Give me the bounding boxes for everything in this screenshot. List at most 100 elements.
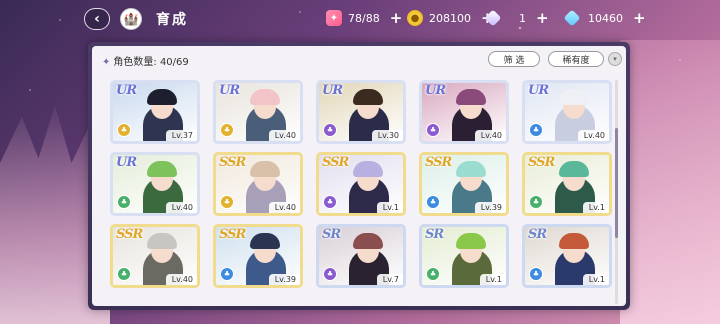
level-label: Lv.30 (371, 130, 403, 141)
diamond-icon (563, 9, 581, 27)
rarity-badge: UR (528, 83, 549, 98)
top-bar: ‹ 🏰 育成 ✦ 78/88 + ● 208100 + 1 + 10460 + (0, 0, 720, 38)
scrollbar-thumb[interactable] (615, 128, 618, 238)
sort-order-button[interactable]: ▾ (608, 52, 622, 66)
attribute-icon: ♣ (117, 123, 131, 137)
attribute-icon: ♣ (117, 267, 131, 281)
add-candy-button[interactable]: + (390, 9, 403, 27)
level-label: Lv.39 (268, 274, 300, 285)
resource-value: 10460 (588, 11, 623, 25)
filter-button[interactable]: 筛 选 (488, 51, 540, 67)
character-card[interactable]: SSR ♣ Lv.1 (522, 152, 612, 216)
add-diamond-button[interactable]: + (633, 9, 646, 27)
gem-icon (484, 9, 502, 27)
attribute-icon: ♣ (529, 195, 543, 209)
castle-icon: 🏰 (123, 12, 139, 26)
character-panel: ✦ 角色数量: 40/69 筛 选 稀有度 ▾ UR ♣ Lv.37 UR ♣ Lv.40 U… (88, 42, 630, 310)
level-label: Lv.40 (474, 130, 506, 141)
back-arrow-icon: ‹ (94, 11, 100, 27)
attribute-icon: ♣ (426, 123, 440, 137)
background-decoration (620, 40, 720, 324)
rarity-badge: SR (322, 227, 341, 242)
character-card[interactable]: UR ♣ Lv.40 (522, 80, 612, 144)
character-hair (353, 161, 383, 177)
rarity-badge: UR (322, 83, 343, 98)
attribute-icon: ♣ (529, 123, 543, 137)
character-card[interactable]: SR ♣ Lv.1 (419, 224, 509, 288)
character-card[interactable]: SR ♣ Lv.1 (522, 224, 612, 288)
level-label: Lv.40 (165, 274, 197, 285)
character-count-text: 角色数量: 40/69 (113, 57, 189, 68)
candy-icon: ✦ (326, 10, 342, 26)
attribute-icon: ♣ (220, 195, 234, 209)
character-card[interactable]: SSR ♣ Lv.39 (419, 152, 509, 216)
rarity-badge: SSR (219, 227, 246, 242)
character-card[interactable]: SSR ♣ Lv.40 (213, 152, 303, 216)
character-card[interactable]: UR ♣ Lv.37 (110, 80, 200, 144)
character-panel-inner: ✦ 角色数量: 40/69 筛 选 稀有度 ▾ UR ♣ Lv.37 UR ♣ Lv.40 U… (92, 46, 626, 306)
character-hair (353, 89, 383, 105)
character-card[interactable]: UR ♣ Lv.40 (213, 80, 303, 144)
character-card[interactable]: SR ♣ Lv.7 (316, 224, 406, 288)
resource-value: 208100 (429, 11, 471, 25)
character-card[interactable]: UR ♣ Lv.40 (419, 80, 509, 144)
character-hair (456, 89, 486, 105)
character-card[interactable]: SSR ♣ Lv.39 (213, 224, 303, 288)
resource-value: 1 (519, 11, 526, 25)
character-hair (147, 161, 177, 177)
attribute-icon: ♣ (220, 123, 234, 137)
character-card[interactable]: SSR ♣ Lv.40 (110, 224, 200, 288)
level-label: Lv.7 (376, 274, 403, 285)
attribute-icon: ♣ (117, 195, 131, 209)
level-label: Lv.40 (268, 130, 300, 141)
resource-coin: ● 208100 + (407, 9, 494, 27)
attribute-icon: ♣ (323, 123, 337, 137)
rarity-badge: SSR (116, 227, 143, 242)
character-card[interactable]: SSR ♣ Lv.1 (316, 152, 406, 216)
resource-diamond: 10460 + (563, 9, 646, 27)
rarity-badge: UR (116, 155, 137, 170)
rarity-badge: SSR (425, 155, 452, 170)
back-button[interactable]: ‹ (84, 8, 110, 30)
rarity-badge: UR (425, 83, 446, 98)
character-hair (250, 233, 280, 249)
coin-icon: ● (407, 10, 423, 26)
character-hair (456, 233, 486, 249)
attribute-icon: ♣ (323, 195, 337, 209)
attribute-icon: ♣ (220, 267, 234, 281)
character-count: ✦ 角色数量: 40/69 (102, 53, 189, 68)
add-gem-button[interactable]: + (536, 9, 549, 27)
character-hair (250, 161, 280, 177)
resource-gem: 1 + (484, 9, 549, 27)
chevron-down-icon: ▾ (613, 55, 617, 63)
rarity-badge: SR (528, 227, 547, 242)
level-label: Lv.1 (479, 274, 506, 285)
page-title: 育成 (156, 12, 188, 28)
attribute-icon: ♣ (323, 267, 337, 281)
level-label: Lv.37 (165, 130, 197, 141)
rarity-badge: UR (116, 83, 137, 98)
resource-value: 78/88 (348, 11, 380, 25)
character-hair (559, 233, 589, 249)
character-card[interactable]: UR ♣ Lv.30 (316, 80, 406, 144)
attribute-icon: ♣ (529, 267, 543, 281)
rarity-badge: SR (425, 227, 444, 242)
rarity-sort-button[interactable]: 稀有度 (548, 51, 604, 67)
character-hair (147, 233, 177, 249)
panel-header: ✦ 角色数量: 40/69 筛 选 稀有度 ▾ (92, 46, 626, 70)
character-hair (250, 89, 280, 105)
level-label: Lv.40 (577, 130, 609, 141)
character-hair (559, 89, 589, 105)
character-hair (456, 161, 486, 177)
character-hair (559, 161, 589, 177)
character-hair (147, 89, 177, 105)
home-button[interactable]: 🏰 (120, 8, 142, 30)
rarity-badge: SSR (322, 155, 349, 170)
level-label: Lv.1 (582, 202, 609, 213)
resource-candy: ✦ 78/88 + (326, 9, 402, 27)
sparkle-icon: ✦ (102, 57, 111, 68)
level-label: Lv.1 (376, 202, 403, 213)
level-label: Lv.40 (268, 202, 300, 213)
level-label: Lv.39 (474, 202, 506, 213)
character-card[interactable]: UR ♣ Lv.40 (110, 152, 200, 216)
